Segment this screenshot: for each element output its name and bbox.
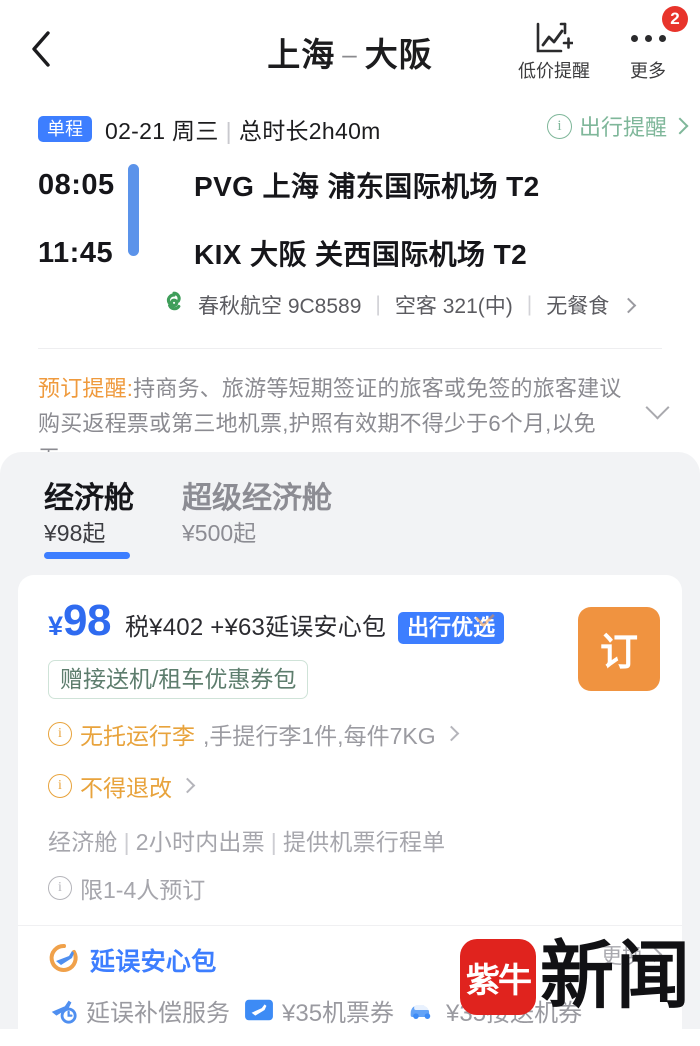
trip-alert-button[interactable]: i 出行提醒 <box>546 110 689 142</box>
departure-airport: PVG 上海 浦东国际机场 T2 <box>194 171 540 202</box>
flight-legs: 08:05 PVG 上海 浦东国际机场 T2 11:45 KIX 大阪 关西国际… <box>0 152 700 322</box>
car-icon <box>408 995 438 1025</box>
airline-info-row[interactable]: 春秋航空 9C8589 | 空客 321(中) | 无餐食 <box>160 288 700 322</box>
spring-airlines-icon <box>160 288 188 322</box>
delay-package-swap-label: 更换 <box>601 944 643 968</box>
baggage-rule-detail: ,手提行李1件,每件7KG <box>203 722 436 749</box>
travel-preferred-badge: 出行优选 <box>398 611 505 644</box>
flight-duration: 总时长2h40m <box>238 118 381 144</box>
fare-card: ¥98 税¥402 +¥63延误安心包 出行优选 赠接送机/租车优惠券包 订 i <box>18 574 682 1046</box>
flight-date: 02-21 周三 <box>105 118 219 144</box>
price-alert-label: 低价提醒 <box>518 61 590 81</box>
trip-type-badge: 单程 <box>38 116 92 142</box>
header-actions: 低价提醒 2 更多 <box>516 6 688 81</box>
passenger-limit-label: 限1-4人预订 <box>80 876 206 903</box>
airline-name-flight: 春秋航空 9C8589 <box>198 295 362 318</box>
info-circle-icon: i <box>48 875 72 900</box>
baggage-rule-row[interactable]: i 无托运行李 ,手提行李1件,每件7KG <box>48 717 660 751</box>
chevron-down-icon <box>644 395 670 420</box>
perk-transfer-coupon: ¥35接送机券 <box>408 993 582 1028</box>
tab-economy[interactable]: 经济舱 ¥98起 <box>44 482 134 559</box>
tab-economy-label: 经济舱 <box>44 482 134 515</box>
meal-info: 无餐食 <box>546 295 610 318</box>
page-header: 上海 – 大阪 低价提醒 2 更多 <box>0 0 700 100</box>
cabin-tabs: 经济舱 ¥98起 超级经济舱 ¥500起 <box>0 452 700 559</box>
delay-plane-icon <box>48 942 80 979</box>
departure-time: 08:05 <box>38 168 115 201</box>
airline-separator-1: | <box>375 293 381 316</box>
booking-notice-expand-button[interactable] <box>634 371 680 420</box>
tab-super-economy-price: ¥500起 <box>182 519 257 546</box>
info-circle-icon: i <box>546 113 572 139</box>
more-badge: 2 <box>662 6 688 32</box>
tab-active-underline <box>44 551 130 559</box>
info-circle-icon: i <box>48 773 72 798</box>
perk-transfer-coupon-label: ¥35接送机券 <box>446 999 583 1027</box>
chevron-right-icon <box>646 947 663 963</box>
tab-economy-price: ¥98起 <box>44 519 106 546</box>
fare-meta-itinerary: 提供机票行程单 <box>282 828 446 855</box>
fare-meta-cabin: 经济舱 <box>48 828 118 855</box>
cabin-panel: 经济舱 ¥98起 超级经济舱 ¥500起 ¥98 税¥402 +¥63延误安心包… <box>0 452 700 1046</box>
delay-package-perks: 延误补偿服务 ¥35机票券 ¥35接送机券 <box>48 993 660 1028</box>
perk-flight-coupon: ¥35机票券 <box>244 993 394 1028</box>
fare-price-row: ¥98 税¥402 +¥63延误安心包 出行优选 赠接送机/租车优惠券包 订 <box>48 595 660 699</box>
booking-notice-label: 预订提醒: <box>38 376 134 401</box>
refund-rule-highlight: 不得退改 <box>80 774 172 801</box>
flight-detail-page: 上海 – 大阪 低价提醒 2 更多 单程 02-21 周三 | 总时长2h40m… <box>0 0 700 1046</box>
fare-price-left: ¥98 税¥402 +¥63延误安心包 出行优选 赠接送机/租车优惠券包 <box>48 595 564 699</box>
chevron-right-icon <box>620 297 637 313</box>
route-origin: 上海 <box>267 36 336 73</box>
flight-meta-row: 单程 02-21 周三 | 总时长2h40m i 出行提醒 <box>0 106 700 152</box>
flight-leg-arrival: 11:45 KIX 大阪 关西国际机场 T2 <box>0 226 700 280</box>
perk-flight-coupon-label: ¥35机票券 <box>282 999 395 1027</box>
airline-separator-2: | <box>526 293 533 316</box>
more-label: 更多 <box>630 61 666 81</box>
fare-meta-sep-2: | <box>270 828 277 855</box>
fare-meta-issue: 2小时内出票 <box>135 828 265 855</box>
delay-package-header: 延误安心包 更换 <box>48 940 663 979</box>
arrival-airport: KIX 大阪 关西国际机场 T2 <box>194 239 528 270</box>
perk-delay-compensation-label: 延误补偿服务 <box>86 999 230 1027</box>
book-button[interactable]: 订 <box>578 606 660 691</box>
route-destination: 大阪 <box>364 36 433 73</box>
delay-package-swap-button[interactable]: 更换 <box>601 940 663 970</box>
passenger-limit-row: i 限1-4人预订 <box>48 871 660 905</box>
gift-coupon-tag: 赠接送机/租车优惠券包 <box>48 659 309 699</box>
flight-summary: 单程 02-21 周三 | 总时长2h40m i 出行提醒 08:05 PVG 上海… <box>0 106 700 502</box>
tab-super-economy[interactable]: 超级经济舱 ¥500起 <box>182 482 332 559</box>
fare-meta-line: 经济舱 | 2小时内出票 | 提供机票行程单 <box>48 823 660 857</box>
tab-super-economy-label: 超级经济舱 <box>182 482 332 515</box>
meta-separator: | <box>225 118 232 144</box>
aircraft-type: 空客 321(中) <box>394 295 513 318</box>
price-alert-button[interactable]: 低价提醒 <box>516 18 592 80</box>
three-dots-icon <box>630 18 666 58</box>
fare-price-line: ¥98 税¥402 +¥63延误安心包 出行优选 <box>48 595 564 645</box>
chevron-right-icon <box>443 726 459 742</box>
fare-meta-sep-1: | <box>123 828 130 855</box>
more-button[interactable]: 2 更多 <box>610 6 688 81</box>
fare-tax-text: 税¥402 +¥63延误安心包 <box>124 613 387 641</box>
ticket-plane-icon <box>244 995 274 1025</box>
info-circle-icon: i <box>48 721 72 746</box>
chart-plus-icon <box>535 18 573 58</box>
flight-leg-departure: 08:05 PVG 上海 浦东国际机场 T2 <box>0 158 700 212</box>
leg-connector-bar <box>128 164 139 256</box>
trip-alert-label: 出行提醒 <box>578 115 667 140</box>
chevron-right-icon <box>671 117 689 135</box>
route-arrow-icon: – <box>342 39 358 69</box>
delay-clock-icon <box>48 995 78 1025</box>
baggage-rule-highlight: 无托运行李 <box>80 722 195 749</box>
arrival-time: 11:45 <box>38 236 114 269</box>
delay-package-section: 延误安心包 更换 延误补偿服务 ¥35机票券 ¥35接送机券 <box>48 926 663 1028</box>
fare-price: 98 <box>63 595 111 645</box>
currency-symbol: ¥ <box>48 610 64 641</box>
orange-check-overlay-icon <box>475 613 495 627</box>
refund-rule-row[interactable]: i 不得退改 <box>48 769 660 803</box>
flight-meta-text: 02-21 周三 | 总时长2h40m <box>105 112 381 146</box>
delay-package-title: 延误安心包 <box>90 948 217 977</box>
perk-delay-compensation: 延误补偿服务 <box>48 993 230 1028</box>
chevron-right-icon <box>179 778 196 794</box>
